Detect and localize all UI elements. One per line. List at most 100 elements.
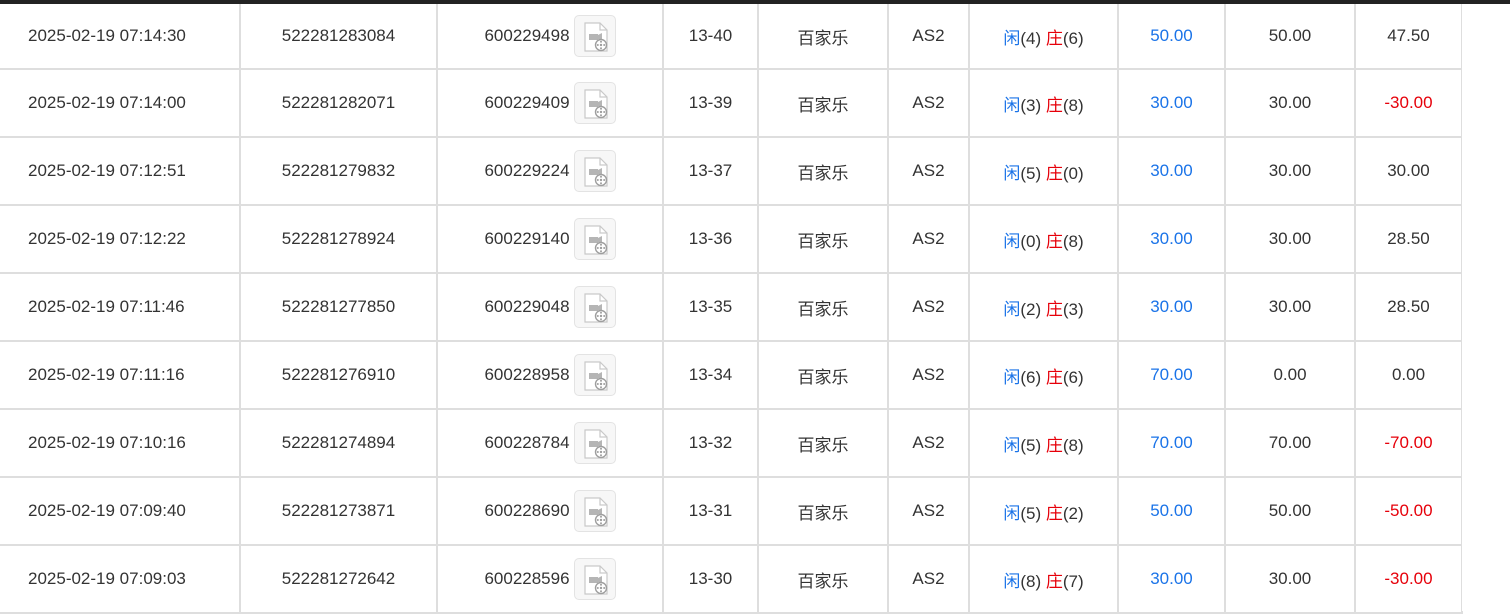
payout-amount: 28.50: [1387, 297, 1430, 316]
bet-time-cell: 2025-02-19 07:14:00: [0, 69, 241, 138]
player-label: 闲: [1003, 28, 1021, 48]
player-label: 闲: [1003, 367, 1021, 387]
result-cell: 闲(6) 庄(6): [969, 341, 1119, 410]
valid-bet-cell: 30.00: [1225, 69, 1356, 138]
game-cell: 百家乐: [758, 477, 889, 546]
valid-bet: 30.00: [1268, 161, 1312, 180]
video-replay-icon[interactable]: [573, 218, 616, 260]
video-replay-icon[interactable]: [573, 422, 616, 464]
banker-score: (8): [1062, 231, 1084, 251]
table-code: AS2: [912, 93, 945, 112]
bet-id-cell: 522281278924: [240, 205, 438, 274]
table-cell: AS2: [888, 137, 970, 206]
bet-time-cell: 2025-02-19 07:11:16: [0, 341, 241, 410]
bet-time-cell: 2025-02-19 07:12:51: [0, 137, 241, 206]
round-id-cell: 600229498: [437, 4, 664, 70]
table-code: AS2: [912, 433, 945, 452]
banker-score: (6): [1062, 367, 1084, 387]
bet-id: 522281283084: [281, 26, 396, 45]
bet-id: 522281282071: [281, 93, 396, 112]
video-replay-icon[interactable]: [573, 490, 616, 532]
player-score: (5): [1020, 163, 1042, 183]
shoe-round: 13-36: [688, 229, 733, 248]
bet-time-cell: 2025-02-19 07:09:03: [0, 545, 241, 614]
banker-score: (7): [1062, 571, 1084, 591]
player-score: (5): [1020, 503, 1042, 523]
table-row: 2025-02-19 07:12:22 522281278924 6002291…: [0, 205, 1463, 274]
bet-id-cell: 522281277850: [240, 273, 438, 342]
bet-id: 522281273871: [281, 501, 396, 520]
payout-amount: -50.00: [1384, 501, 1433, 520]
round-id-cell: 600229048: [437, 273, 664, 342]
bet-time-cell: 2025-02-19 07:12:22: [0, 205, 241, 274]
bet-id: 522281278924: [281, 229, 396, 248]
round-id-cell: 600228690: [437, 477, 664, 546]
round-id: 600229140: [484, 229, 570, 248]
player-label: 闲: [1003, 299, 1021, 319]
valid-bet: 50.00: [1268, 501, 1312, 520]
bet-amount: 70.00: [1150, 365, 1193, 384]
payout-amount: 47.50: [1387, 26, 1430, 45]
round-id-cell: 600228958: [437, 341, 664, 410]
result: 闲(8) 庄(7): [1003, 572, 1083, 591]
game-name: 百家乐: [797, 367, 849, 387]
shoe-round-cell: 13-34: [663, 341, 759, 410]
player-label: 闲: [1003, 95, 1021, 115]
video-replay-icon[interactable]: [573, 558, 616, 600]
valid-bet: 30.00: [1268, 297, 1312, 316]
shoe-round-cell: 13-31: [663, 477, 759, 546]
payout-cell: 47.50: [1355, 4, 1463, 70]
table-cell: AS2: [888, 69, 970, 138]
result-cell: 闲(8) 庄(7): [969, 545, 1119, 614]
bet-records-table: 2025-02-19 07:14:30 522281283084 6002294…: [0, 4, 1463, 614]
valid-bet-cell: 30.00: [1225, 273, 1356, 342]
shoe-round-cell: 13-39: [663, 69, 759, 138]
video-replay-icon[interactable]: [573, 150, 616, 192]
result-cell: 闲(4) 庄(6): [969, 4, 1119, 70]
valid-bet: 50.00: [1268, 26, 1312, 45]
player-score: (3): [1020, 95, 1042, 115]
table-row: 2025-02-19 07:11:46 522281277850 6002290…: [0, 273, 1463, 342]
table-cell: AS2: [888, 205, 970, 274]
player-label: 闲: [1003, 503, 1021, 523]
bet-id: 522281272642: [281, 569, 396, 588]
shoe-round: 13-39: [688, 93, 733, 112]
round-id-cell: 600228784: [437, 409, 664, 478]
valid-bet-cell: 50.00: [1225, 4, 1356, 70]
shoe-round: 13-37: [688, 161, 733, 180]
table-row: 2025-02-19 07:09:03 522281272642 6002285…: [0, 545, 1463, 614]
valid-bet: 30.00: [1268, 93, 1312, 112]
payout-amount: 28.50: [1387, 229, 1430, 248]
valid-bet-cell: 70.00: [1225, 409, 1356, 478]
bet-id-cell: 522281282071: [240, 69, 438, 138]
video-replay-icon[interactable]: [573, 82, 616, 124]
bet-id: 522281276910: [281, 365, 396, 384]
round-id: 600229409: [484, 93, 570, 112]
game-name: 百家乐: [797, 231, 849, 251]
shoe-round-cell: 13-30: [663, 545, 759, 614]
banker-score: (2): [1062, 503, 1084, 523]
bet-amount: 30.00: [1150, 569, 1193, 588]
result-cell: 闲(3) 庄(8): [969, 69, 1119, 138]
video-replay-icon[interactable]: [573, 354, 616, 396]
payout-cell: -30.00: [1355, 545, 1463, 614]
valid-bet-cell: 0.00: [1225, 341, 1356, 410]
banker-score: (6): [1062, 28, 1084, 48]
video-replay-icon[interactable]: [573, 15, 616, 57]
valid-bet: 0.00: [1273, 365, 1307, 384]
payout-amount: 30.00: [1387, 161, 1430, 180]
banker-score: (3): [1062, 299, 1084, 319]
table-cell: AS2: [888, 341, 970, 410]
table-row: 2025-02-19 07:09:40 522281273871 6002286…: [0, 477, 1463, 546]
table-code: AS2: [912, 297, 945, 316]
table-cell: AS2: [888, 545, 970, 614]
video-replay-icon[interactable]: [573, 286, 616, 328]
bet-time-cell: 2025-02-19 07:10:16: [0, 409, 241, 478]
bet-amount-cell: 30.00: [1118, 205, 1226, 274]
shoe-round: 13-30: [688, 569, 733, 588]
round-id: 600228596: [484, 569, 570, 588]
payout-cell: -70.00: [1355, 409, 1463, 478]
player-score: (4): [1020, 28, 1042, 48]
shoe-round: 13-32: [688, 433, 733, 452]
round-id: 600228958: [484, 365, 570, 384]
